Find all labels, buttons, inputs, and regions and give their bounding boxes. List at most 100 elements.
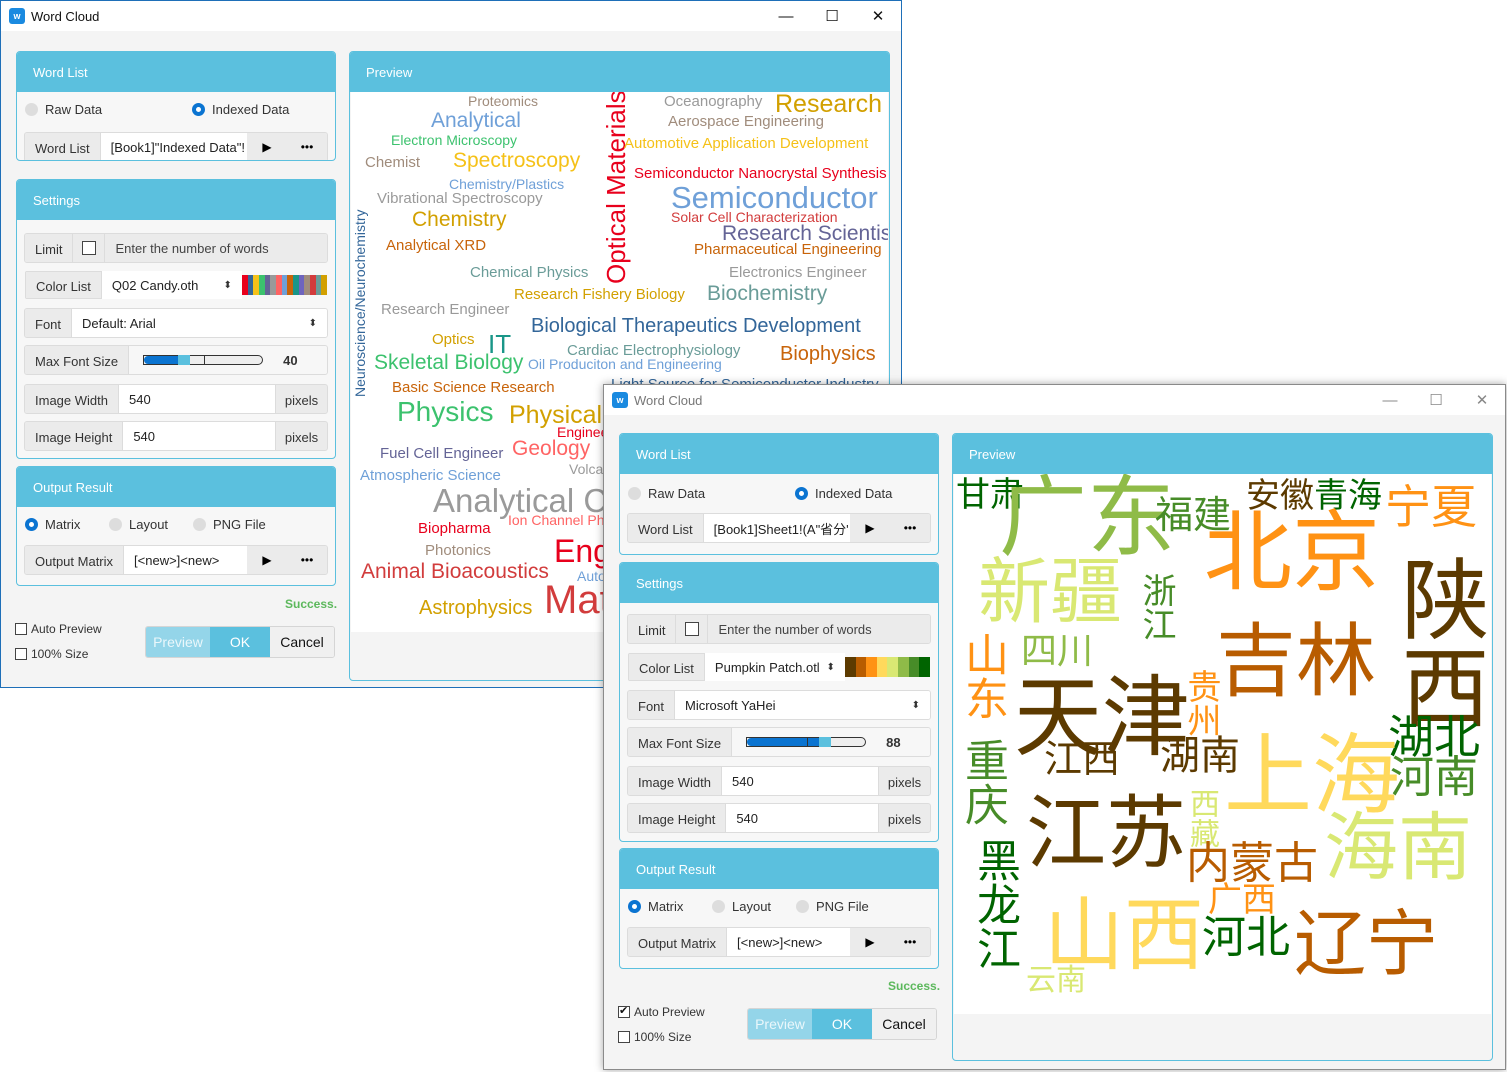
cloud-word: 陕西 — [1387, 554, 1490, 730]
title-bar[interactable]: w Word Cloud — ☐ ✕ — [604, 385, 1505, 415]
unit-label: pixels — [878, 767, 930, 795]
auto-preview-option[interactable]: Auto Preview — [618, 1004, 705, 1019]
max-font-size-slider[interactable] — [143, 355, 264, 365]
option-label: 100% Size — [31, 647, 89, 661]
limit-row: Limit Enter the number of words — [24, 233, 328, 263]
cloud-word: 浙江 — [1136, 573, 1176, 641]
cloud-word: Automotive Application Development — [624, 135, 869, 152]
radio-label: Indexed Data — [815, 485, 893, 501]
cancel-button[interactable]: Cancel — [270, 627, 334, 657]
cloud-word: Biophysics — [780, 343, 876, 365]
indexed-data-radio[interactable]: Indexed Data — [192, 102, 289, 117]
title-bar[interactable]: w Word Cloud — ☐ ✕ — [1, 1, 901, 31]
word-list-panel: Word List Raw Data Indexed Data Word Lis… — [16, 51, 336, 161]
output-matrix-input[interactable]: [<new>]<new> — [727, 928, 850, 956]
cloud-word: Analytical XRD — [386, 237, 487, 254]
cloud-word: 江苏 — [1026, 787, 1186, 880]
image-height-input[interactable]: 540 — [123, 422, 275, 450]
matrix-radio[interactable]: Matrix — [25, 517, 109, 532]
cloud-word: Astrophysics — [419, 597, 533, 619]
play-icon[interactable]: ▶ — [247, 546, 287, 574]
maximize-button[interactable]: ☐ — [1413, 385, 1459, 415]
radio-label: Layout — [732, 898, 772, 914]
full-size-option[interactable]: 100% Size — [15, 647, 88, 661]
spinner-icon: ⬍ — [223, 279, 232, 291]
radio-label: Raw Data — [648, 485, 706, 501]
cloud-word: Spectroscopy — [453, 149, 581, 172]
ok-button[interactable]: OK — [812, 1009, 872, 1039]
image-height-input[interactable]: 540 — [726, 804, 878, 832]
radio-label: Matrix — [648, 898, 684, 914]
radio-dot — [193, 517, 206, 531]
slider-handle[interactable] — [178, 355, 191, 365]
spinner-icon: ⬍ — [911, 699, 920, 711]
font-label: Font — [628, 691, 676, 719]
close-button[interactable]: ✕ — [855, 1, 901, 31]
maximize-button[interactable]: ☐ — [809, 1, 855, 31]
color-swatch-strip — [241, 275, 327, 295]
auto-preview-checkbox[interactable] — [15, 623, 27, 635]
color-list-select[interactable]: Pumpkin Patch.otl ⬍ — [704, 653, 845, 681]
radio-label: Indexed Data — [212, 101, 290, 117]
radio-label: Layout — [129, 516, 169, 532]
play-icon[interactable]: ▶ — [850, 928, 890, 956]
word-list-input[interactable]: [Book1]"Indexed Data"! — [100, 133, 247, 160]
indexed-data-radio[interactable]: Indexed Data — [795, 486, 892, 501]
window-title: Word Cloud — [634, 392, 703, 408]
ok-button[interactable]: OK — [210, 627, 270, 657]
more-icon[interactable]: ••• — [890, 928, 930, 956]
layout-radio[interactable]: Layout — [109, 517, 193, 532]
status-message: Success. — [888, 979, 941, 993]
full-size-option[interactable]: 100% Size — [618, 1030, 691, 1044]
limit-checkbox[interactable] — [684, 622, 699, 636]
limit-input[interactable]: Enter the number of words — [708, 615, 930, 643]
close-button[interactable]: ✕ — [1459, 385, 1505, 415]
full-size-checkbox[interactable] — [618, 1031, 630, 1043]
max-font-size-slider[interactable] — [746, 737, 867, 747]
matrix-radio[interactable]: Matrix — [628, 899, 712, 914]
max-font-size-label: Max Font Size — [25, 346, 130, 374]
cancel-button[interactable]: Cancel — [872, 1009, 936, 1039]
auto-preview-checkbox[interactable] — [618, 1004, 630, 1018]
font-select[interactable]: Default: Arial ⬍ — [72, 309, 327, 337]
max-font-size-value: 40 — [283, 352, 298, 368]
limit-checkbox[interactable] — [81, 241, 96, 255]
word-list-field: Word List [Book1]Sheet1!(A"省分' ▶ ••• — [627, 513, 931, 543]
cloud-word: 广东 — [999, 474, 1176, 569]
image-width-input[interactable]: 540 — [118, 385, 275, 413]
more-icon[interactable]: ••• — [287, 133, 327, 160]
auto-preview-option[interactable]: Auto Preview — [15, 622, 102, 636]
output-matrix-input[interactable]: [<new>]<new> — [124, 546, 247, 574]
png-file-radio[interactable]: PNG File — [796, 899, 869, 914]
unit-label: pixels — [878, 804, 930, 832]
full-size-checkbox[interactable] — [15, 648, 27, 660]
color-list-select[interactable]: Q02 Candy.oth ⬍ — [101, 271, 242, 299]
png-file-radio[interactable]: PNG File — [193, 517, 266, 532]
preview-button[interactable]: Preview — [146, 627, 210, 657]
play-icon[interactable]: ▶ — [850, 514, 890, 542]
cloud-word: Pharmaceutical Engineering — [694, 241, 882, 258]
more-icon[interactable]: ••• — [287, 546, 327, 574]
cloud-word: Neuroscience/Neurochemistry — [352, 209, 368, 397]
font-select[interactable]: Microsoft YaHei ⬍ — [675, 691, 930, 719]
cloud-word: Biochemistry — [707, 282, 828, 305]
minimize-button[interactable]: — — [763, 1, 809, 31]
color-swatch — [844, 657, 856, 677]
layout-radio[interactable]: Layout — [712, 899, 796, 914]
image-width-input[interactable]: 540 — [721, 767, 878, 795]
window-title: Word Cloud — [31, 8, 100, 24]
preview-button[interactable]: Preview — [748, 1009, 812, 1039]
minimize-button[interactable]: — — [1367, 385, 1413, 415]
cloud-word: Analytical — [431, 109, 521, 132]
slider-handle[interactable] — [819, 737, 832, 747]
cloud-word: Animal Bioacoustics — [361, 560, 549, 583]
raw-data-radio[interactable]: Raw Data — [25, 102, 192, 117]
word-list-input[interactable]: [Book1]Sheet1!(A"省分' — [703, 514, 850, 542]
cloud-word: Electronics Engineer — [729, 264, 867, 281]
cloud-word: Chemical Physics — [470, 264, 589, 281]
play-icon[interactable]: ▶ — [247, 133, 287, 160]
raw-data-radio[interactable]: Raw Data — [628, 486, 795, 501]
max-font-size-label: Max Font Size — [628, 728, 733, 756]
more-icon[interactable]: ••• — [890, 514, 930, 542]
limit-input[interactable]: Enter the number of words — [105, 234, 327, 262]
